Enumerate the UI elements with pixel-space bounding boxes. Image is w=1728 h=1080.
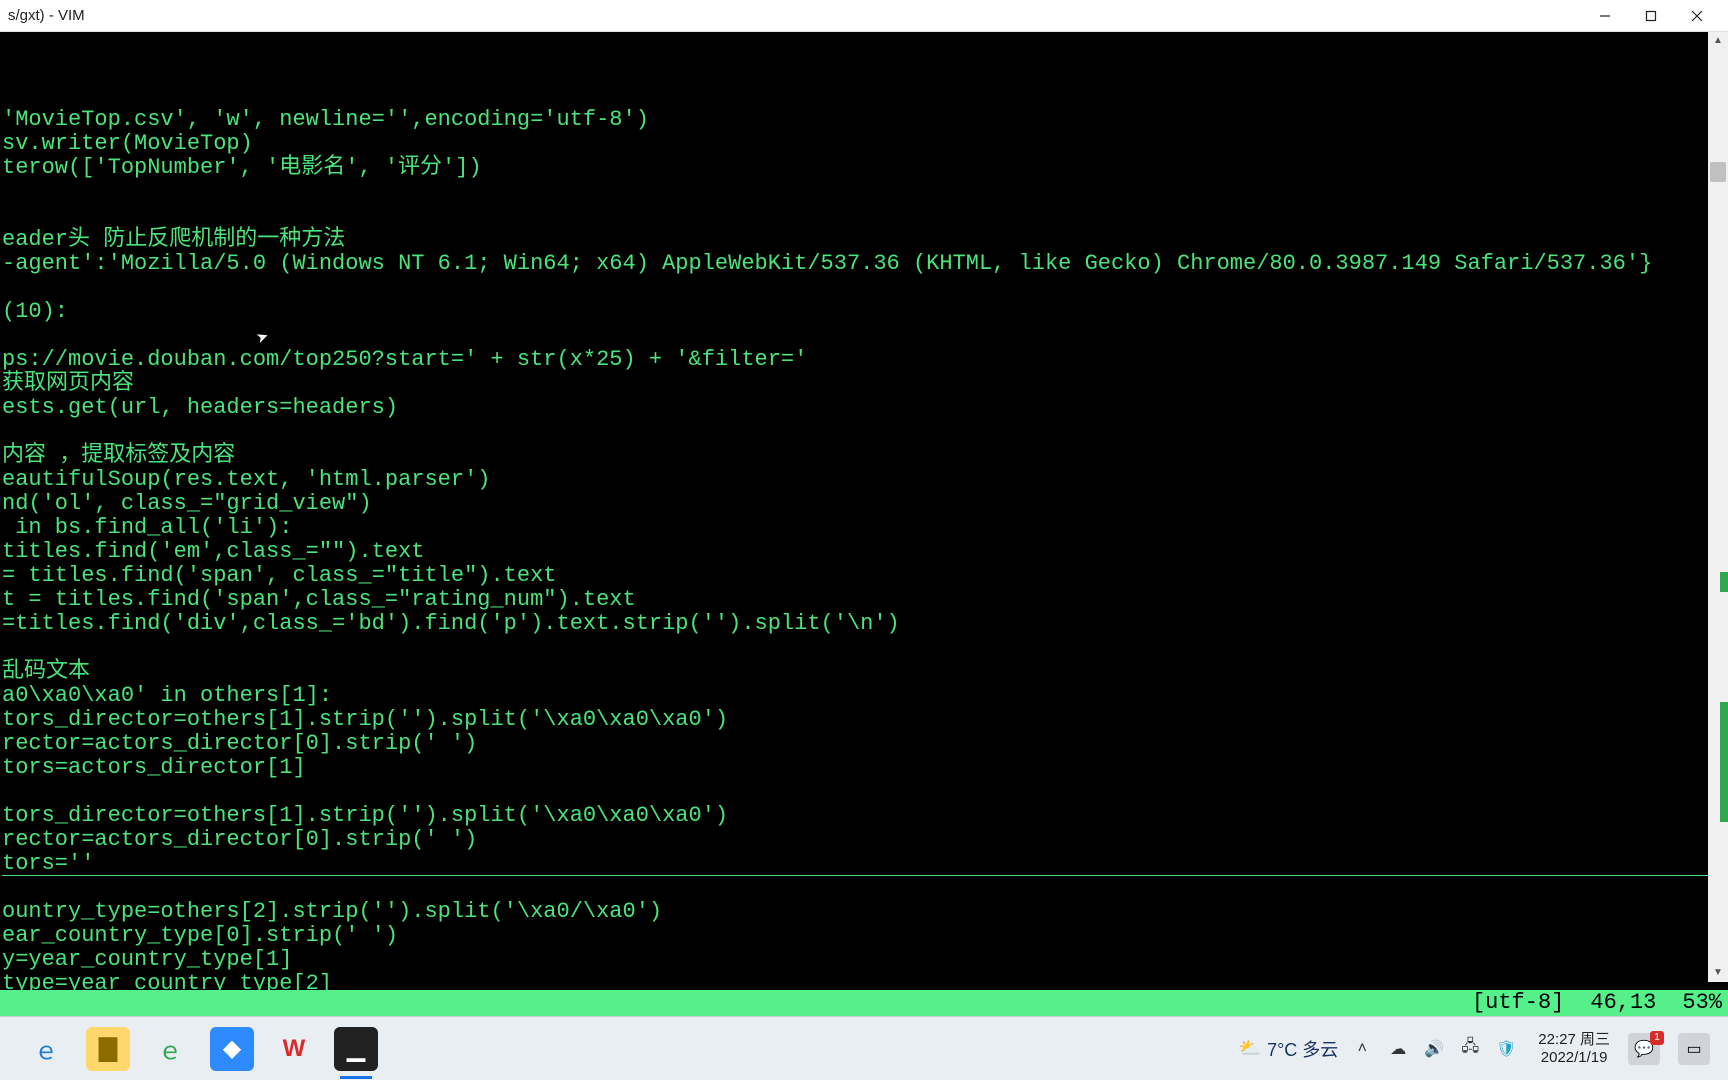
taskbar[interactable]: ｅ ▇ ｅ ◆ W ▁ ⛅ 7°C 多云 ˄ ☁ 🔊 🖧 🛡 22:27 周三 … <box>0 1016 1728 1080</box>
edge-icon[interactable]: ｅ <box>148 1027 192 1071</box>
code-line <box>2 780 1726 804</box>
code-line: nd('ol', class_="grid_view") <box>2 492 1726 516</box>
wps-icon[interactable]: W <box>272 1027 316 1071</box>
code-line: ests.get(url, headers=headers) <box>2 396 1726 420</box>
code-line: =titles.find('div',class_='bd').find('p'… <box>2 612 1726 636</box>
minimize-button[interactable] <box>1582 1 1628 31</box>
taskbar-apps: ｅ ▇ ｅ ◆ W ▁ <box>0 1027 378 1071</box>
code-line: eader头 防止反爬机制的一种方法 <box>2 228 1726 252</box>
code-line: terow(['TopNumber', '电影名', '评分']) <box>2 156 1726 180</box>
close-button[interactable] <box>1674 1 1720 31</box>
code-line: in bs.find_all('li'): <box>2 516 1726 540</box>
code-line <box>2 876 1726 900</box>
code-line: a0\xa0\xa0' in others[1]: <box>2 684 1726 708</box>
clock-date: 2022/1/19 <box>1538 1049 1610 1067</box>
action-center-icon[interactable]: ▭ <box>1678 1033 1710 1065</box>
code-line <box>2 420 1726 444</box>
ie-icon[interactable]: ｅ <box>24 1027 68 1071</box>
security-icon[interactable]: 🛡 <box>1494 1037 1518 1061</box>
status-right: [utf-8] 46,13 53% <box>1472 991 1722 1015</box>
code-line: ountry_type=others[2].strip('').split('\… <box>2 900 1726 924</box>
code-line: sv.writer(MovieTop) <box>2 132 1726 156</box>
code-line: rector=actors_director[0].strip(' ') <box>2 828 1726 852</box>
code-line: tors_director=others[1].strip('').split(… <box>2 804 1726 828</box>
code-line: ps://movie.douban.com/top250?start=' + s… <box>2 348 1726 372</box>
code-line: y=year_country_type[1] <box>2 948 1726 972</box>
code-line: 'MovieTop.csv', 'w', newline='',encoding… <box>2 108 1726 132</box>
code-line: t = titles.find('span',class_="rating_nu… <box>2 588 1726 612</box>
scroll-up-arrow[interactable]: ▲ <box>1708 32 1728 50</box>
code-line <box>2 204 1726 228</box>
code-line: -agent':'Mozilla/5.0 (Windows NT 6.1; Wi… <box>2 252 1726 276</box>
vim-window: s/gxt) - VIM 'MovieTop.csv', 'w', newlin… <box>0 0 1728 1016</box>
scroll-down-arrow[interactable]: ▼ <box>1708 964 1728 982</box>
code-line: tors=actors_director[1] <box>2 756 1726 780</box>
notification-icon[interactable]: 💬 1 <box>1628 1033 1660 1065</box>
window-title: s/gxt) - VIM <box>8 7 1582 24</box>
app-blue-icon[interactable]: ◆ <box>210 1027 254 1071</box>
code-line: 乱码文本 <box>2 660 1726 684</box>
status-cursor: 46,13 <box>1590 991 1656 1015</box>
code-line <box>2 276 1726 300</box>
title-bar[interactable]: s/gxt) - VIM <box>0 0 1728 32</box>
code-line <box>2 324 1726 348</box>
weather-widget[interactable]: ⛅ 7°C 多云 <box>1239 1036 1339 1062</box>
code-line: (10): <box>2 300 1726 324</box>
taskbar-clock[interactable]: 22:27 周三 2022/1/19 <box>1538 1031 1610 1067</box>
vertical-scrollbar[interactable]: ▲ ▼ <box>1708 32 1728 982</box>
network-icon[interactable]: 🖧 <box>1458 1037 1482 1061</box>
file-explorer-icon[interactable]: ▇ <box>86 1027 130 1071</box>
volume-icon[interactable]: 🔊 <box>1422 1037 1446 1061</box>
weather-text: 7°C 多云 <box>1267 1036 1338 1062</box>
status-percent: 53% <box>1682 991 1722 1015</box>
code-line: titles.find('em',class_="").text <box>2 540 1726 564</box>
terminal-icon[interactable]: ▁ <box>334 1027 378 1071</box>
status-encoding: [utf-8] <box>1472 991 1564 1015</box>
code-line <box>2 180 1726 204</box>
system-tray: ⛅ 7°C 多云 ˄ ☁ 🔊 🖧 🛡 22:27 周三 2022/1/19 💬 … <box>1239 1031 1728 1067</box>
editor-area[interactable]: 'MovieTop.csv', 'w', newline='',encoding… <box>0 32 1728 1016</box>
window-controls <box>1582 1 1720 31</box>
scroll-mark <box>1720 702 1728 822</box>
vim-status-bar: [utf-8] 46,13 53% <box>0 990 1728 1016</box>
scroll-mark <box>1720 572 1728 592</box>
code-line: 内容 ，提取标签及内容 <box>2 444 1726 468</box>
clock-time: 22:27 周三 <box>1538 1031 1610 1049</box>
notification-badge: 1 <box>1650 1031 1664 1045</box>
code-line: rector=actors_director[0].strip(' ') <box>2 732 1726 756</box>
code-line: tors='' <box>2 852 1726 876</box>
tray-chevron-icon[interactable]: ˄ <box>1350 1037 1374 1061</box>
code-line: 获取网页内容 <box>2 372 1726 396</box>
onedrive-icon[interactable]: ☁ <box>1386 1037 1410 1061</box>
weather-icon: ⛅ <box>1239 1038 1261 1059</box>
code-line: tors_director=others[1].strip('').split(… <box>2 708 1726 732</box>
code-line: = titles.find('span', class_="title").te… <box>2 564 1726 588</box>
scroll-thumb[interactable] <box>1710 162 1726 182</box>
code-line <box>2 636 1726 660</box>
code-line: eautifulSoup(res.text, 'html.parser') <box>2 468 1726 492</box>
maximize-button[interactable] <box>1628 1 1674 31</box>
code-line: ear_country_type[0].strip(' ') <box>2 924 1726 948</box>
